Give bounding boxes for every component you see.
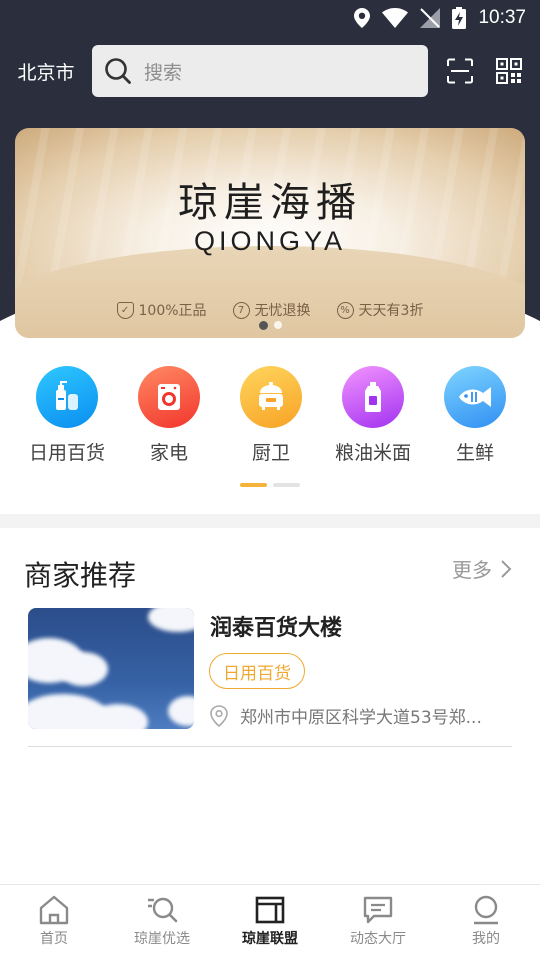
cloud-decoration	[168, 696, 194, 726]
alliance-icon	[255, 896, 285, 924]
location-pin-icon	[210, 704, 228, 727]
category-label: 家电	[149, 442, 188, 464]
chevron-right-icon	[501, 559, 512, 578]
category-grain-oil[interactable]: 粮油米面	[322, 366, 424, 465]
shop-photo[interactable]	[28, 608, 194, 729]
search-list-icon	[148, 897, 178, 923]
section-title: 商家推荐	[24, 559, 137, 592]
shield-check-icon: ✓	[116, 301, 134, 319]
home-icon	[39, 895, 69, 925]
section-divider	[0, 514, 540, 528]
message-icon	[363, 896, 393, 924]
category-indicator	[273, 483, 300, 487]
seven-day-icon: 7	[232, 301, 250, 319]
list-divider	[28, 746, 512, 747]
nav-label: 我的	[472, 931, 500, 947]
more-label: 更多	[452, 558, 492, 582]
banner-pagination	[15, 321, 525, 330]
banner-title: 琼崖海播	[178, 180, 362, 226]
city-selector[interactable]: 北京市	[0, 58, 92, 85]
category-label: 厨卫	[251, 442, 290, 464]
wifi-icon	[382, 8, 409, 28]
profile-icon	[474, 895, 498, 925]
nav-label: 动态大厅	[350, 931, 406, 947]
category-label: 粮油米面	[334, 442, 411, 464]
category-kitchen-bath[interactable]: 厨卫	[220, 366, 322, 465]
banner-feature-label: 天天有3折	[358, 303, 424, 319]
percent-icon: %	[336, 301, 354, 319]
banner-feature-label: 100%正品	[138, 303, 207, 319]
category-label: 生鲜	[455, 442, 494, 464]
qr-code-icon[interactable]	[496, 58, 522, 84]
category-fresh[interactable]: 生鲜	[424, 366, 526, 465]
nav-home[interactable]: 首页	[0, 885, 108, 960]
no-signal-icon	[420, 8, 441, 28]
banner-dot-active[interactable]	[258, 321, 268, 330]
shop-address: 郑州市中原区科学大道53号郑...	[210, 703, 482, 728]
banner-features: ✓ 100%正品 7 无忧退换 % 天天有3折	[15, 300, 525, 320]
banner-feature: 7 无忧退换	[232, 300, 311, 320]
shop-category-tag: 日用百货	[209, 653, 305, 689]
location-icon	[354, 8, 371, 28]
nav-selected[interactable]: 琼崖优选	[108, 885, 216, 960]
banner-feature: ✓ 100%正品	[116, 300, 207, 320]
banner-dot[interactable]	[273, 321, 282, 329]
status-bar: 10:37	[0, 0, 540, 36]
category-indicator-active	[240, 483, 267, 487]
search-placeholder: 搜索	[144, 61, 183, 84]
category-page-indicator	[0, 483, 540, 487]
washing-machine-icon	[138, 366, 200, 428]
banner-subtitle: QIONGYA	[193, 226, 347, 256]
nav-alliance[interactable]: 琼崖联盟	[216, 885, 324, 960]
oil-bottle-icon	[342, 366, 404, 428]
rice-cooker-icon	[240, 366, 302, 428]
cloud-decoration	[148, 608, 194, 632]
banner-feature: % 天天有3折	[336, 300, 424, 320]
category-daily-goods[interactable]: 日用百货	[16, 366, 118, 465]
daily-goods-icon	[36, 366, 98, 428]
cloud-decoration	[58, 652, 108, 686]
search-row: 北京市 搜索	[0, 44, 540, 98]
scan-icon[interactable]	[446, 58, 474, 84]
bottom-nav: 首页 琼崖优选 琼崖联盟 动态大厅 我的	[0, 884, 540, 960]
shop-address-text: 郑州市中原区科学大道53号郑...	[240, 708, 482, 728]
banner-feature-label: 无忧退换	[254, 303, 311, 319]
nav-profile[interactable]: 我的	[432, 885, 540, 960]
clock: 10:37	[478, 7, 526, 28]
battery-charging-icon	[452, 7, 467, 29]
nav-label: 首页	[40, 931, 68, 947]
shop-name[interactable]: 润泰百货大楼	[210, 610, 342, 642]
nav-label: 琼崖优选	[134, 931, 190, 947]
category-label: 日用百货	[28, 442, 105, 464]
search-input[interactable]: 搜索	[92, 45, 428, 97]
category-appliances[interactable]: 家电	[118, 366, 220, 465]
more-link[interactable]: 更多	[452, 554, 512, 583]
search-icon	[105, 58, 131, 84]
nav-label: 琼崖联盟	[242, 931, 298, 947]
nav-feed[interactable]: 动态大厅	[324, 885, 432, 960]
category-grid: 日用百货 家电 厨卫 粮油米面 生鲜	[16, 366, 526, 465]
cloud-decoration	[88, 704, 148, 729]
promo-banner[interactable]: 琼崖海播 QIONGYA ✓ 100%正品 7 无忧退换 % 天天有3折	[15, 128, 525, 338]
fish-icon	[444, 366, 506, 428]
